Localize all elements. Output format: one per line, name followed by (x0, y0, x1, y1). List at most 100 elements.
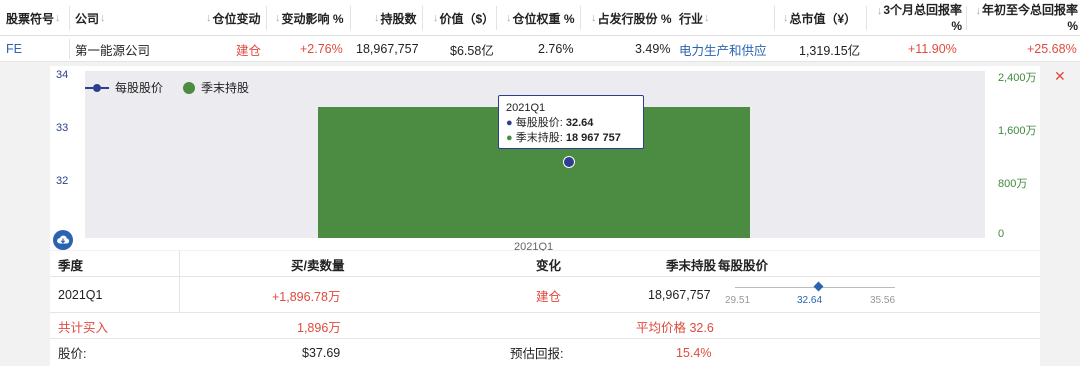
market-cap: 1,319.15亿 (799, 43, 861, 58)
column-divider (774, 6, 775, 30)
right-axis-tick: 0 (998, 228, 1005, 240)
price-range: 29.51 32.64 35.56 (725, 277, 905, 315)
column-divider (422, 6, 423, 30)
tooltip-holding-value: 18 967 757 (565, 132, 621, 144)
chart-legend: 每股股价 季末持股 (85, 79, 249, 96)
price-range-marker (813, 281, 824, 292)
sort-arrow-icon: ↓ (591, 12, 597, 24)
range-mid: 32.64 (797, 295, 823, 306)
header-ticker[interactable]: 股票符号 ↓ (6, 0, 62, 36)
column-divider (69, 39, 70, 59)
download-button[interactable] (53, 230, 73, 250)
header-price: 每股股价 (718, 258, 769, 273)
sort-arrow-icon: ↓ (374, 12, 380, 24)
company-name: 第一能源公司 (75, 43, 151, 58)
legend-holding[interactable]: 季末持股 (201, 79, 249, 96)
legend-line-icon (101, 86, 109, 89)
header-shares[interactable]: ↓ 持股数 (373, 0, 417, 36)
holdings-chart: 34 33 32 2021Q1 ● 每股股价: 32.64 ● 季末持股: 18… (50, 66, 1040, 253)
detail-row: 2021Q1 +1,896.78万 建仓 18,967,757 29.51 32… (50, 277, 1040, 313)
detail-header-row: 季度 买/卖数量 变化 季末持股 每股股价 (50, 251, 1040, 277)
header-market-cap[interactable]: ↓ 总市值（¥） (782, 0, 856, 36)
header-holding: 季末持股 (666, 258, 717, 273)
shares-held: 18,967,757 (356, 42, 419, 56)
header-change: 变化 (536, 258, 562, 273)
table-header: 股票符号 ↓ 公司 ↓ ↓ 仓位变动 ↓ 变动影响 % ↓ 持股数 ↓ 价值（$） ↓ 仓位权… (0, 0, 1080, 36)
header-pct-outstanding[interactable]: ↓ 占发行股份 % (590, 0, 672, 36)
header-weight[interactable]: ↓ 仓位权重 % (505, 0, 575, 36)
legend-dot-icon (183, 81, 196, 94)
legend-line-icon (85, 86, 93, 89)
legend-dot-icon (93, 83, 101, 92)
price-value: $37.69 (302, 345, 341, 360)
series-dot-icon: ● (506, 117, 513, 129)
quarter-detail-table: 季度 买/卖数量 变化 季末持股 每股股价 2021Q1 +1,896.78万 … (50, 251, 1040, 366)
right-axis-tick: 2,400万 (998, 72, 1037, 84)
sort-arrow-icon: ↓ (975, 4, 981, 17)
column-divider (350, 6, 351, 30)
header-company[interactable]: 公司 ↓ (75, 0, 107, 36)
sort-arrow-icon: ↓ (100, 12, 106, 24)
return-3m: +11.90% (908, 42, 957, 56)
est-return-label: 预估回报: (510, 347, 564, 361)
header-buy-sell: 买/卖数量 (291, 258, 345, 273)
header-industry[interactable]: 行业 ↓ (679, 0, 711, 36)
position-value: $6.58亿 (450, 43, 494, 58)
legend-price[interactable]: 每股股价 (115, 79, 163, 96)
sort-arrow-icon: ↓ (704, 12, 710, 24)
sort-arrow-icon: ↓ (876, 4, 883, 17)
summary-row: 共计买入 1,896万 平均价格 32.6 (50, 313, 1040, 339)
header-change-impact[interactable]: ↓ 变动影响 % (274, 0, 344, 36)
right-axis-tick: 800万 (998, 178, 1028, 190)
column-divider (866, 6, 867, 30)
column-divider (266, 6, 267, 30)
total-buy-value: 1,896万 (297, 320, 341, 335)
price-label: 股价: (58, 347, 87, 361)
series-dot-icon: ● (506, 132, 513, 144)
detail-change: 建仓 (536, 289, 562, 304)
column-divider (69, 6, 70, 30)
ticker-link[interactable]: FE (6, 36, 22, 62)
header-return-ytd[interactable]: ↓年初至今总回报率 % (972, 0, 1078, 36)
left-axis-tick: 32 (56, 175, 69, 187)
price-row: 股价: $37.69 预估回报: 15.4% (50, 339, 1040, 366)
header-position-change[interactable]: ↓ 仓位变动 (205, 0, 261, 36)
header-quarter: 季度 (58, 258, 84, 273)
table-row[interactable]: FE 第一能源公司 建仓 +2.76% 18,967,757 $6.58亿 2.… (0, 36, 1080, 62)
sort-arrow-icon: ↓ (783, 12, 789, 24)
header-return-3m[interactable]: ↓3个月总回报率 % (876, 0, 962, 36)
column-divider (496, 6, 497, 30)
avg-price: 平均价格 32.6 (636, 320, 714, 335)
detail-buy-sell: +1,896.78万 (272, 289, 341, 304)
column-divider (580, 6, 581, 30)
tooltip-price-label: 每股股价: (515, 117, 563, 129)
column-divider (966, 6, 967, 30)
plot-area: 2021Q1 ● 每股股价: 32.64 ● 季末持股: 18 967 757 (85, 71, 985, 238)
left-axis-tick: 34 (56, 69, 69, 81)
sort-arrow-icon: ↓ (55, 12, 61, 24)
chart-tooltip: 2021Q1 ● 每股股价: 32.64 ● 季末持股: 18 967 757 (498, 95, 644, 149)
tooltip-price-value: 32.64 (565, 117, 594, 129)
detail-quarter: 2021Q1 (58, 288, 103, 302)
price-point-2021q1[interactable] (563, 156, 575, 168)
right-axis-tick: 1,600万 (998, 125, 1037, 137)
sort-arrow-icon: ↓ (275, 12, 281, 24)
sort-arrow-icon: ↓ (433, 12, 439, 24)
return-ytd: +25.68% (1027, 42, 1077, 56)
close-icon[interactable]: ✕ (1054, 68, 1066, 85)
position-weight: 2.76% (538, 42, 574, 56)
header-value[interactable]: ↓ 价值（$） (432, 0, 494, 36)
left-axis-tick: 33 (56, 122, 69, 134)
detail-holding: 18,967,757 (648, 288, 711, 302)
tooltip-holding-label: 季末持股: (515, 132, 563, 144)
position-change: 建仓 (236, 43, 262, 58)
range-low: 29.51 (725, 295, 751, 306)
sort-arrow-icon: ↓ (206, 12, 212, 24)
total-buy-label: 共计买入 (58, 320, 109, 335)
est-return-value: 15.4% (676, 345, 712, 360)
download-icon (57, 235, 70, 244)
pct-outstanding: 3.49% (635, 42, 671, 56)
industry-link[interactable]: 电力生产和供应 (679, 36, 767, 62)
range-high: 35.56 (870, 295, 896, 306)
change-impact: +2.76% (300, 42, 343, 56)
